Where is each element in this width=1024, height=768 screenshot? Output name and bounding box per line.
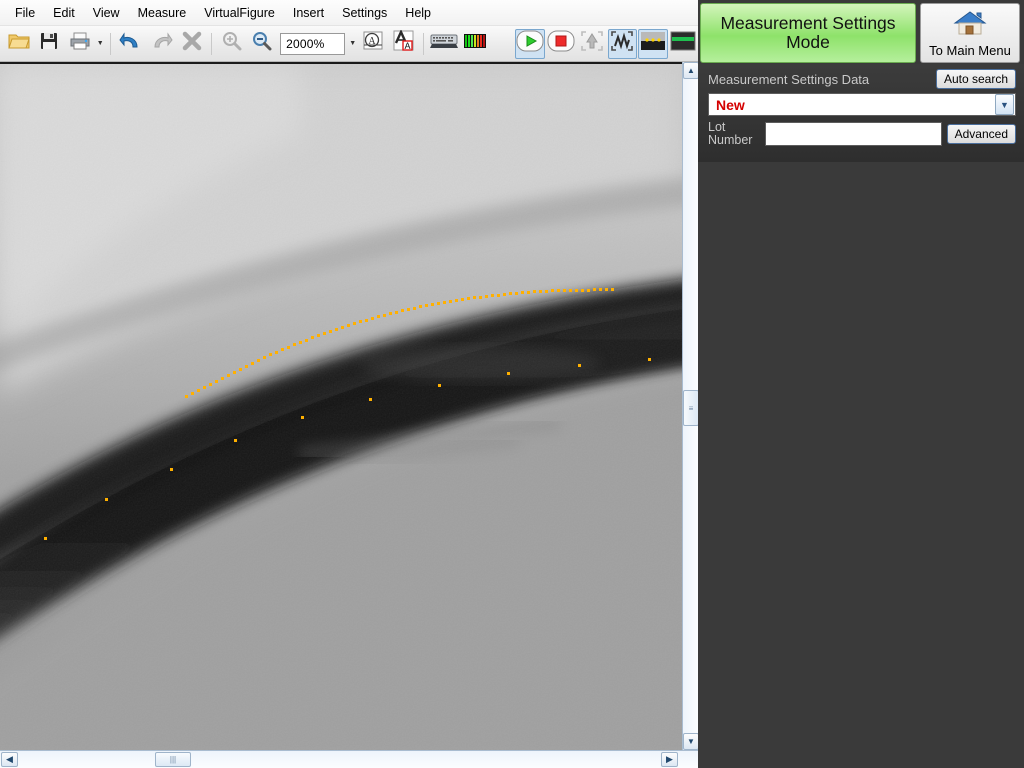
align-button[interactable]	[577, 29, 606, 59]
zoom-in-button[interactable]	[217, 29, 246, 59]
play-triangle-icon	[516, 29, 544, 58]
scroll-down-button[interactable]: ▼	[683, 733, 699, 750]
printer-icon	[69, 31, 91, 56]
advanced-button[interactable]: Advanced	[946, 124, 1016, 144]
horizontal-scroll-thumb[interactable]: |||	[155, 752, 191, 767]
data-section-title: Measurement Settings Data	[708, 71, 870, 87]
zoom-out-button[interactable]	[248, 29, 277, 59]
menu-item-settings[interactable]: Settings	[333, 3, 396, 23]
lot-label-line2: Number	[708, 133, 753, 147]
auto-search-button[interactable]: Auto search	[935, 69, 1016, 89]
text-a-icon: A	[392, 29, 416, 57]
delete-button[interactable]	[177, 29, 206, 59]
peaks-button[interactable]	[607, 28, 638, 59]
to-main-menu-label: To Main Menu	[929, 42, 1011, 58]
svg-text:A: A	[404, 41, 410, 51]
menu-item-virtualfigure[interactable]: VirtualFigure	[195, 3, 284, 23]
annotation-circle-a-icon: A	[361, 30, 385, 57]
lot-number-input[interactable]	[765, 122, 942, 146]
save-button[interactable]	[34, 29, 63, 59]
gradient-strip-icon	[640, 30, 666, 57]
menu-item-measure[interactable]: Measure	[129, 3, 196, 23]
undo-arrow-icon	[119, 31, 143, 56]
scroll-left-button[interactable]: ◀	[1, 752, 18, 767]
stop-button[interactable]	[546, 29, 576, 59]
play-button[interactable]	[515, 28, 546, 59]
gradient-button[interactable]	[638, 28, 668, 59]
floppy-save-icon	[39, 31, 59, 56]
print-button[interactable]	[65, 29, 94, 59]
scroll-right-button[interactable]: ▶	[661, 752, 678, 767]
xray-image-content	[0, 64, 682, 750]
mode-bar: Measurement Settings Mode To Main Menu	[698, 0, 1024, 64]
canvas-horizontal-scrollbar[interactable]: ◀ ||| ▶	[0, 750, 698, 768]
scroll-up-button[interactable]: ▲	[683, 62, 699, 79]
menu-item-help[interactable]: Help	[396, 3, 440, 23]
menu-bar: File Edit View Measure VirtualFigure Ins…	[0, 0, 698, 26]
annotate-button[interactable]: A	[359, 29, 388, 59]
delete-x-icon	[182, 31, 202, 56]
to-main-menu-button[interactable]: To Main Menu	[920, 3, 1020, 63]
print-dropdown-arrow[interactable]: ▼	[95, 29, 105, 59]
mode-title: Measurement Settings Mode	[700, 3, 916, 63]
stop-square-icon	[547, 29, 575, 58]
lot-label-line1: Lot	[708, 120, 726, 134]
settings-data-value: New	[716, 96, 745, 113]
chevron-down-icon[interactable]: ▼	[995, 94, 1014, 115]
peaks-target-icon	[609, 29, 635, 58]
histogram-button[interactable]	[460, 29, 489, 59]
split-view-icon	[670, 30, 696, 57]
split-view-button[interactable]	[669, 29, 698, 59]
undo-button[interactable]	[116, 29, 145, 59]
canvas-vertical-scrollbar[interactable]: ▲ ≡ ▼	[682, 62, 699, 750]
redo-button[interactable]	[146, 29, 175, 59]
toolbar-separator-3	[423, 32, 425, 55]
settings-data-combo[interactable]: New ▼	[708, 93, 1016, 116]
zoom-dropdown-arrow[interactable]: ▼	[348, 29, 358, 59]
menu-item-view[interactable]: View	[84, 3, 129, 23]
zoom-level-combo[interactable]: 2000%	[280, 32, 345, 55]
lot-number-row: Lot Number Advanced	[708, 121, 1016, 147]
measurement-settings-data-block: Measurement Settings Data Auto search Ne…	[698, 64, 1024, 162]
toolbar: ▼ 2000% ▼ A A	[0, 26, 698, 62]
align-target-icon	[579, 29, 605, 58]
redo-arrow-icon	[149, 31, 173, 56]
keyboard-icon	[430, 32, 459, 55]
vertical-scroll-thumb[interactable]: ≡	[683, 390, 699, 426]
zoom-level-value: 2000%	[286, 36, 325, 51]
folder-open-icon	[8, 31, 30, 56]
xray-image[interactable]	[0, 64, 682, 750]
menu-item-insert[interactable]: Insert	[284, 3, 333, 23]
menu-item-file[interactable]: File	[6, 3, 44, 23]
text-tool-button[interactable]: A	[389, 29, 418, 59]
magnifier-minus-icon	[251, 31, 273, 56]
open-button[interactable]	[4, 29, 33, 59]
lot-number-label: Lot Number	[708, 121, 760, 147]
right-panel: Measurement Settings Mode To Main Menu M…	[698, 0, 1024, 768]
toolbar-separator-2	[211, 32, 213, 55]
toolbar-separator-1	[110, 32, 112, 55]
image-canvas-area[interactable]	[0, 62, 682, 750]
magnifier-plus-icon	[221, 31, 243, 56]
color-bars-icon	[463, 32, 487, 55]
keyboard-button[interactable]	[429, 29, 459, 59]
menu-item-edit[interactable]: Edit	[44, 3, 84, 23]
house-icon	[953, 9, 987, 42]
